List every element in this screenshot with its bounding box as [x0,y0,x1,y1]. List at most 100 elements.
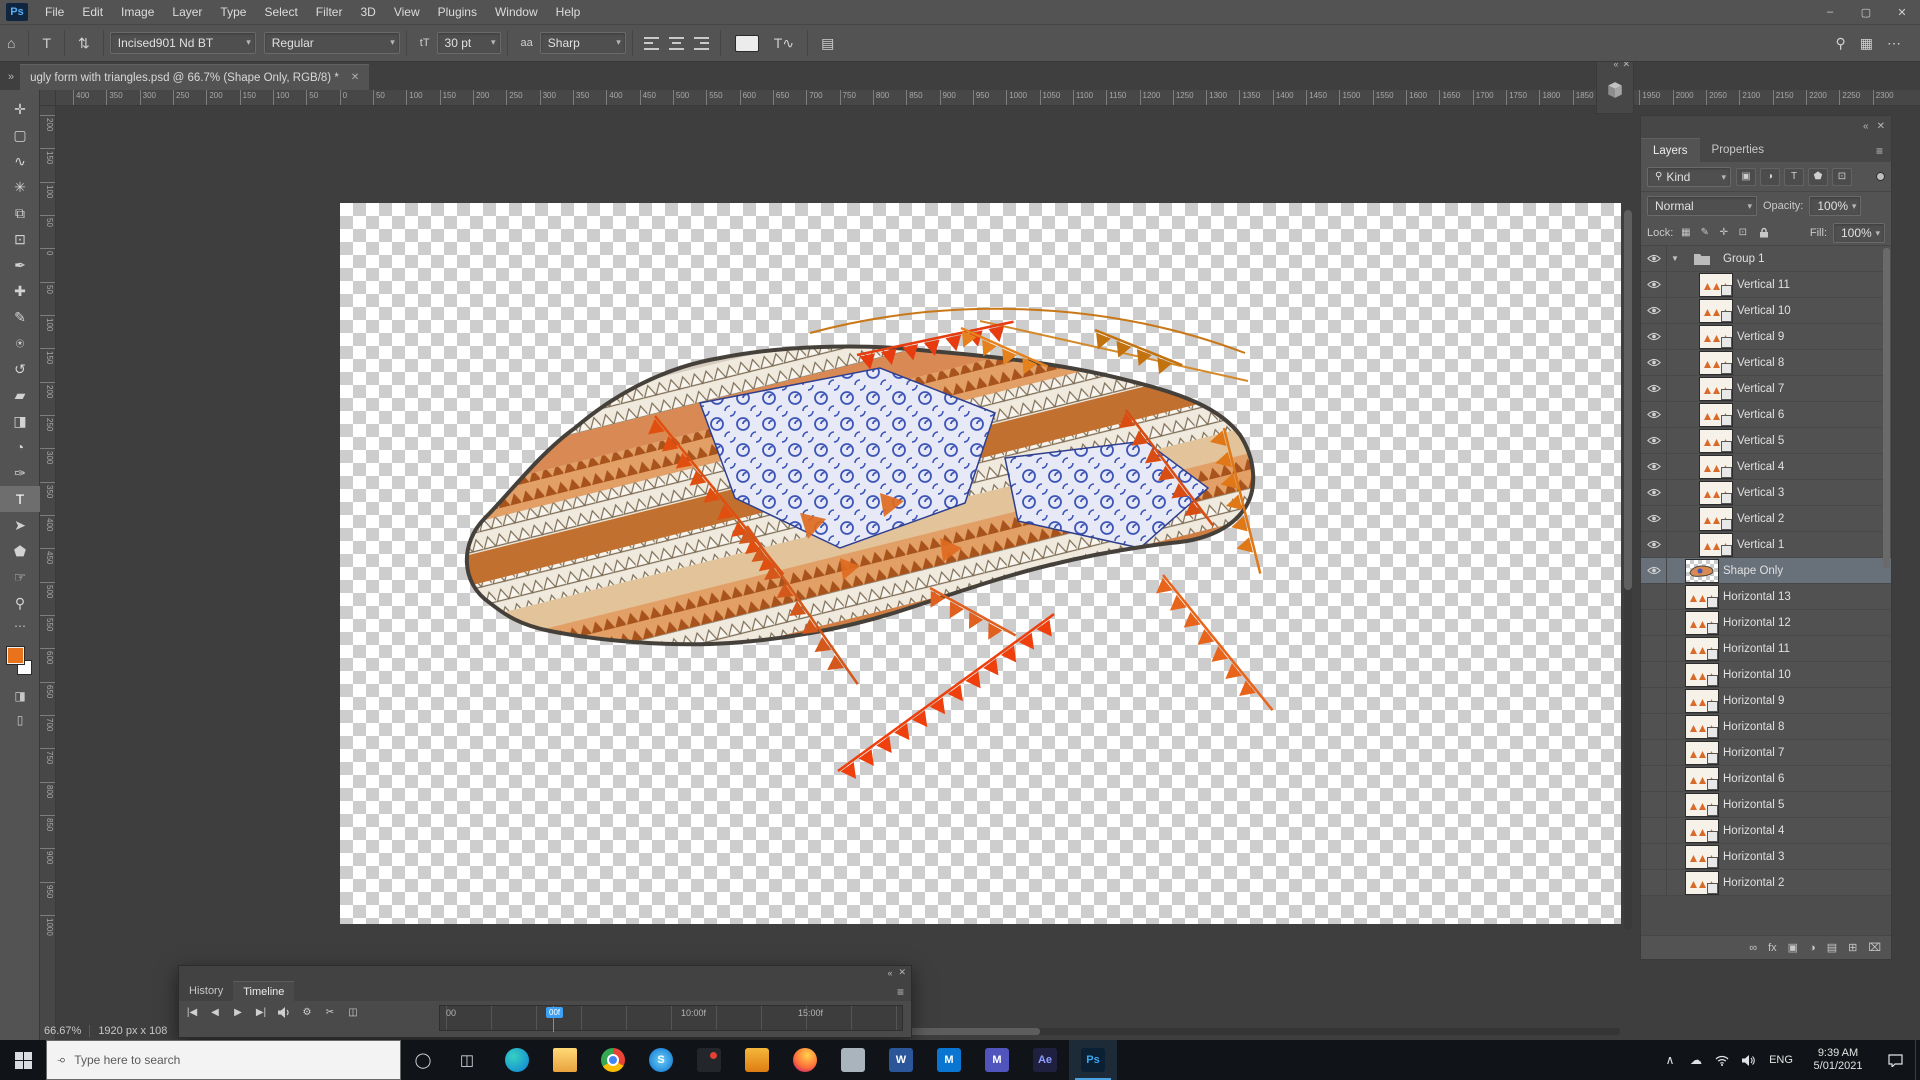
layer-visibility-toggle[interactable] [1641,246,1667,271]
menu-item[interactable]: Help [547,0,590,24]
layer-visibility-toggle[interactable] [1641,298,1667,323]
layer-row[interactable]: ▼ Vertical 7 [1641,376,1891,402]
layer-row[interactable]: ▼ Horizontal 12 [1641,610,1891,636]
layer-thumbnail[interactable] [1685,689,1719,713]
layer-visibility-toggle[interactable] [1641,272,1667,297]
tab-close-icon[interactable]: ✕ [351,72,359,83]
app-file-explorer[interactable] [541,1040,589,1080]
layer-visibility-toggle[interactable] [1641,818,1667,843]
layer-visibility-toggle[interactable] [1641,766,1667,791]
layer-visibility-toggle[interactable] [1641,506,1667,531]
split-clip-icon[interactable]: ✂ [323,1007,337,1018]
layer-row[interactable]: ▼ Horizontal 13 [1641,584,1891,610]
start-button[interactable] [0,1040,46,1080]
more-options-icon[interactable]: ⋯ [1887,35,1901,52]
app-skype[interactable]: S [637,1040,685,1080]
delete-layer-icon[interactable]: ⌧ [1868,941,1881,954]
layer-visibility-toggle[interactable] [1641,844,1667,869]
layer-row[interactable]: ▼ Horizontal 3 [1641,844,1891,870]
layer-row[interactable]: ▼ Horizontal 8 [1641,714,1891,740]
layer-row[interactable]: ▼ Vertical 2 [1641,506,1891,532]
layer-thumbnail[interactable] [1699,299,1733,323]
clock[interactable]: 9:39 AM 5/01/2021 [1801,1047,1875,1073]
type-tool[interactable]: T [0,486,40,512]
layer-row[interactable]: ▼ Vertical 9 [1641,324,1891,350]
marquee-tool[interactable]: ▢ [0,122,40,148]
app-mail[interactable]: M [925,1040,973,1080]
layer-thumbnail[interactable] [1685,871,1719,895]
timeline-settings-icon[interactable]: ⚙ [300,1007,314,1018]
layer-thumbnail[interactable] [1685,767,1719,791]
app-chrome[interactable] [589,1040,637,1080]
foreground-color-swatch[interactable] [7,647,24,664]
layer-thumbnail[interactable] [1699,481,1733,505]
playhead-flag[interactable]: 00f [546,1007,563,1018]
layer-row[interactable]: ▼ Vertical 4 [1641,454,1891,480]
layer-thumbnail[interactable] [1685,247,1719,271]
layer-row[interactable]: ▼ Horizontal 2 [1641,870,1891,896]
app-photoshop[interactable]: Ps [1069,1040,1117,1080]
dock-collapse-icon[interactable]: « [1863,121,1869,132]
app-firefox[interactable] [781,1040,829,1080]
photoshop-logo-icon[interactable]: Ps [6,3,28,21]
blend-mode-select[interactable]: Normal [1647,196,1757,216]
clone-stamp-tool[interactable]: ⍟ [0,330,40,356]
dock-close-icon[interactable]: ✕ [1877,121,1885,132]
document-canvas[interactable] [340,203,1621,924]
layer-thumbnail[interactable] [1685,793,1719,817]
panel-collapse-icon[interactable]: « [887,968,892,978]
document-tab[interactable]: ugly form with triangles.psd @ 66.7% (Sh… [20,64,369,90]
align-center-icon[interactable] [669,37,684,50]
eyedropper-tool[interactable]: ✒ [0,252,40,278]
layer-mask-icon[interactable]: ▣ [1788,941,1798,954]
layer-visibility-toggle[interactable] [1641,428,1667,453]
layer-thumbnail[interactable] [1699,429,1733,453]
layer-row[interactable]: ▼ Shape Only [1641,558,1891,584]
panel-close-icon[interactable]: ✕ [898,967,906,978]
tab-history[interactable]: History [179,981,233,1001]
layer-thumbnail[interactable] [1699,325,1733,349]
new-group-icon[interactable]: ▤ [1827,941,1837,954]
gradient-tool[interactable]: ◨ [0,408,40,434]
panel-menu-icon[interactable]: ≡ [1876,144,1891,162]
lock-all-icon[interactable] [1755,225,1772,241]
layer-visibility-toggle[interactable] [1641,480,1667,505]
tool-preset-icon[interactable]: T [42,35,51,51]
brush-tool[interactable]: ✎ [0,304,40,330]
anti-alias-select[interactable]: Sharp [540,32,626,54]
layer-thumbnail[interactable] [1685,611,1719,635]
font-family-select[interactable]: Incised901 Nd BT [110,32,256,54]
app-media[interactable] [685,1040,733,1080]
lock-option-icon[interactable]: ✛ [1715,225,1732,241]
layer-row[interactable]: ▼ Vertical 8 [1641,350,1891,376]
taskbar-search-input[interactable]: ⌕ Type here to search [46,1040,401,1080]
layer-thumbnail[interactable] [1699,377,1733,401]
layer-thumbnail[interactable] [1685,715,1719,739]
shape-tool[interactable]: ⬟ [0,538,40,564]
link-layers-icon[interactable]: ∞ [1749,942,1757,954]
layer-row[interactable]: ▼ Vertical 6 [1641,402,1891,428]
menu-item[interactable]: Edit [73,0,112,24]
layer-thumbnail[interactable] [1699,273,1733,297]
cortana-icon[interactable]: ◯ [401,1040,445,1080]
menu-item[interactable]: Window [486,0,547,24]
tray-expand-icon[interactable]: ∧ [1657,1040,1683,1080]
layer-row[interactable]: ▼ Horizontal 7 [1641,740,1891,766]
tab-overflow-icon[interactable]: » [0,71,20,90]
layer-thumbnail[interactable] [1685,559,1719,583]
menu-item[interactable]: Plugins [429,0,486,24]
layer-thumbnail[interactable] [1685,663,1719,687]
layer-visibility-toggle[interactable] [1641,402,1667,427]
app-word[interactable]: W [877,1040,925,1080]
menu-item[interactable]: Image [112,0,163,24]
app-edge[interactable] [493,1040,541,1080]
layer-thumbnail[interactable] [1685,845,1719,869]
menu-item[interactable]: View [385,0,429,24]
lock-option-icon[interactable]: ✎ [1696,225,1713,241]
menu-item[interactable]: Type [211,0,255,24]
tab-properties[interactable]: Properties [1700,138,1776,162]
opacity-select[interactable]: 100% [1809,196,1861,216]
hand-tool[interactable]: ☞ [0,564,40,590]
layer-visibility-toggle[interactable] [1641,584,1667,609]
first-frame-button[interactable]: |◀ [185,1007,199,1018]
